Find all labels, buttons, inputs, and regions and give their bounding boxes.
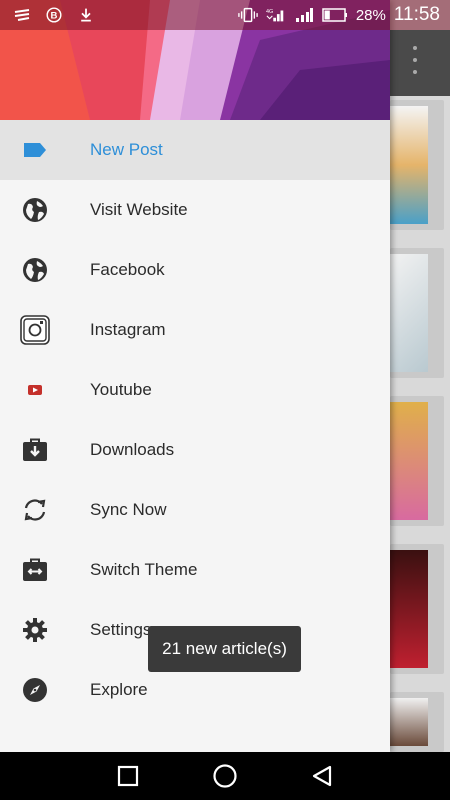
download-notification-icon — [81, 8, 91, 22]
status-bar: B 4G 28% 11:58 — [0, 0, 450, 30]
compass-icon — [20, 675, 50, 705]
drawer-item-label: Youtube — [90, 380, 152, 399]
article-card[interactable] — [390, 396, 444, 526]
article-card[interactable] — [390, 692, 444, 752]
drawer-item-label: Downloads — [90, 440, 175, 459]
home-button[interactable] — [211, 762, 239, 790]
sync-icon — [20, 495, 50, 525]
drawer-item-label: Explore — [90, 680, 148, 699]
youtube-icon — [20, 375, 50, 405]
switch-theme-icon — [20, 555, 50, 585]
notification-app-icon — [14, 9, 30, 21]
drawer-item-switch-theme[interactable]: Switch Theme — [0, 540, 390, 600]
drawer-item-label: Settings — [90, 620, 152, 639]
clock: 11:58 — [393, 4, 440, 25]
drawer-item-label: New Post — [90, 140, 163, 159]
globe-icon — [20, 195, 50, 225]
back-button[interactable] — [308, 762, 336, 790]
instagram-icon — [20, 315, 50, 345]
drawer-item-visit-website[interactable]: Visit Website — [0, 180, 390, 240]
article-card[interactable] — [390, 100, 444, 230]
system-navigation-bar — [0, 752, 450, 800]
drawer-item-label: Instagram — [90, 320, 166, 339]
downloads-briefcase-icon — [20, 435, 50, 465]
label-tag-icon — [20, 135, 50, 165]
drawer-item-downloads[interactable]: Downloads — [0, 420, 390, 480]
signal-bars-icon — [295, 8, 313, 22]
article-card[interactable] — [390, 544, 444, 674]
gear-icon — [20, 615, 50, 645]
overflow-menu-icon[interactable] — [408, 42, 422, 78]
drawer-item-facebook[interactable]: Facebook — [0, 240, 390, 300]
toast-message: 21 new article(s) — [148, 626, 301, 672]
svg-text:B: B — [51, 11, 58, 22]
drawer-item-new-post[interactable]: New Post — [0, 120, 390, 180]
drawer-item-instagram[interactable]: Instagram — [0, 300, 390, 360]
drawer-item-label: Sync Now — [90, 500, 167, 519]
drawer-item-youtube[interactable]: Youtube — [0, 360, 390, 420]
drawer-item-label: Visit Website — [90, 200, 188, 219]
svg-text:4G: 4G — [266, 9, 273, 15]
vibrate-icon — [238, 7, 258, 23]
battery-percent: 28% — [355, 6, 386, 24]
drawer-item-label: Switch Theme — [90, 560, 198, 579]
drawer-item-label: Facebook — [90, 260, 165, 279]
b-badge-icon: B — [46, 7, 62, 23]
article-card[interactable] — [390, 248, 444, 378]
drawer-item-sync-now[interactable]: Sync Now — [0, 480, 390, 540]
battery-icon — [322, 8, 347, 22]
globe-icon — [20, 255, 50, 285]
signal-4g-icon: 4G — [266, 9, 284, 22]
recents-button[interactable] — [114, 762, 142, 790]
